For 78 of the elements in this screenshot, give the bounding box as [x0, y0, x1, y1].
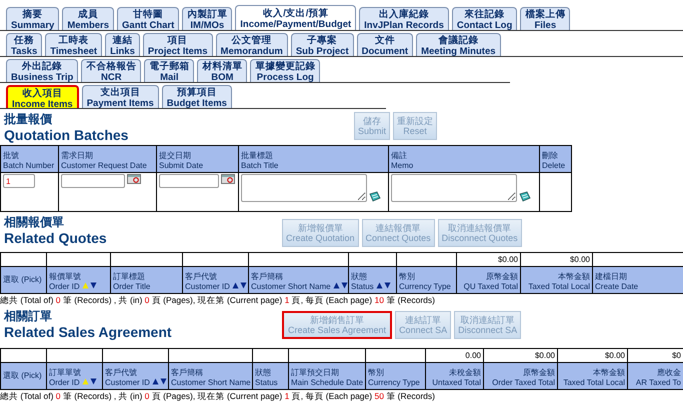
notepad-icon[interactable] — [369, 191, 381, 202]
column-header: 訂單單號 Order ID — [46, 362, 102, 390]
tab[interactable]: 出入庫紀錄 InvJPlan Records — [359, 7, 449, 30]
column-header: 建檔日期 Create Date — [592, 266, 683, 294]
date-field[interactable] — [159, 174, 219, 188]
tab[interactable]: 甘特圖 Gantt Chart — [117, 7, 180, 30]
tab[interactable]: 支出項目 Payment Items — [82, 85, 159, 108]
column-header: 客戶代號 Customer ID — [102, 362, 168, 390]
section-title: Related Quotes — [4, 230, 108, 246]
batch-number-field[interactable]: 1 — [3, 174, 35, 188]
sort-arrows-icon[interactable] — [152, 378, 167, 385]
tab[interactable]: 工時表 Timesheet — [45, 33, 102, 56]
tab[interactable]: 收入/支出/預算 Income/Payment/Budget — [235, 5, 356, 30]
column-header: 原幣金額 Order Taxed Total — [484, 362, 558, 390]
column-header: 刪除 Delete — [540, 146, 572, 172]
total-value: 0.00 — [465, 351, 481, 360]
tab[interactable]: 任務 Tasks — [6, 33, 42, 56]
column-header: 原幣金額 QU Taxed Total — [456, 266, 520, 294]
sort-arrows-icon[interactable] — [82, 282, 97, 289]
tab[interactable]: 公文管理 Memorandum — [216, 33, 288, 56]
tab[interactable]: 不合格報告 NCR — [81, 59, 142, 82]
total-value: $0.00 — [498, 255, 518, 264]
tab[interactable]: 來往記錄 Contact Log — [452, 7, 518, 30]
section-title: 批量報價 — [4, 112, 53, 127]
column-header: 訂單標題 Order Title — [110, 266, 182, 294]
sort-arrows-icon[interactable] — [232, 282, 247, 289]
notepad-icon[interactable] — [519, 191, 531, 202]
calendar-icon[interactable] — [221, 174, 235, 184]
tab[interactable]: 內製訂單 IM/MOs — [182, 7, 232, 30]
column-header: 幣別 Currency Type — [396, 266, 456, 294]
sort-arrows-icon[interactable] — [332, 282, 348, 289]
total-value: $0.00 — [534, 351, 555, 360]
column-header: 客戶簡稱 Customer Short Name — [248, 266, 348, 294]
section-title: Related Sales Agreement — [4, 324, 173, 340]
column-header: 批號 Batch Number — [0, 146, 58, 172]
total-value: $0.00 — [604, 351, 625, 360]
total-value: $0.00 — [570, 255, 590, 264]
pager-text: 總共 (Total of) 0 筆 (Records) , 共 (in) 0 頁 (Pages), 現在第 (Current page) 1 頁, 每頁 (Each page) 50 筆 (Records) — [0, 390, 436, 402]
tab[interactable]: 材料清單 BOM — [197, 59, 248, 82]
column-header: 客戶代號 Customer ID — [182, 266, 248, 294]
tab[interactable]: 會議記錄 Meeting Minutes — [416, 33, 501, 56]
tab[interactable]: 電子郵箱 Mail — [144, 59, 194, 82]
tab[interactable]: 子專案 Sub Project — [290, 33, 354, 56]
column-header: 未稅金額 Untaxed Total — [426, 362, 484, 390]
tab[interactable]: 項目 Project Items — [142, 33, 213, 56]
section-title: 相關報價單 — [4, 215, 65, 230]
sort-arrows-icon[interactable] — [82, 378, 97, 385]
column-header: 提交日期 Submit Date — [156, 146, 238, 172]
column-header: 幣別 Currency Type — [366, 362, 426, 390]
column-header: 備註 Memo — [388, 146, 540, 172]
column-header: 報價單號 Order ID — [46, 266, 110, 294]
tab[interactable]: 成員 Members — [62, 7, 114, 30]
column-header: 狀態 Status — [252, 362, 288, 390]
tab[interactable]: 文件 Document — [356, 33, 414, 56]
column-header: 本幣金額 Taxed Total Local — [520, 266, 592, 294]
tab[interactable]: 外出記錄 Business Trip — [6, 59, 78, 82]
column-header: 選取 (Pick) — [0, 266, 46, 294]
tab[interactable]: 收入項目 Income Items — [6, 85, 79, 108]
column-header: 訂單預交日期 Main Schedule Date — [288, 362, 366, 390]
sort-arrows-icon[interactable] — [376, 282, 391, 289]
pager-text: 總共 (Total of) 0 筆 (Records) , 共 (in) 0 頁 (Pages), 現在第 (Current page) 1 頁, 每頁 (Each page) 10 筆 (Records) — [0, 294, 436, 306]
tab[interactable]: 連結 Links — [105, 33, 140, 56]
column-header: 本幣金額 Taxed Total Local — [558, 362, 628, 390]
column-header: 需求日期 Customer Request Date — [58, 146, 156, 172]
tab[interactable]: 檔案上傳 Files — [520, 7, 570, 30]
date-field[interactable] — [61, 174, 125, 188]
tab[interactable]: 摘要 Summary — [6, 7, 60, 30]
column-header: 客戶簡稱 Customer Short Name — [168, 362, 252, 390]
tab[interactable]: 預算項目 Budget Items — [162, 85, 232, 108]
column-header: 應收金 AR Taxed To — [628, 362, 683, 390]
section-title: Quotation Batches — [4, 127, 130, 143]
column-header: 選取 (Pick) — [0, 362, 46, 390]
calendar-icon[interactable] — [127, 174, 141, 184]
column-header: 批量標題 Batch Title — [238, 146, 388, 172]
section-title: 相關訂單 — [4, 309, 53, 324]
total-value: $0 — [672, 351, 681, 360]
tab[interactable]: 單據變更記錄 Process Log — [250, 59, 320, 82]
column-header: 狀態 Status — [348, 266, 396, 294]
